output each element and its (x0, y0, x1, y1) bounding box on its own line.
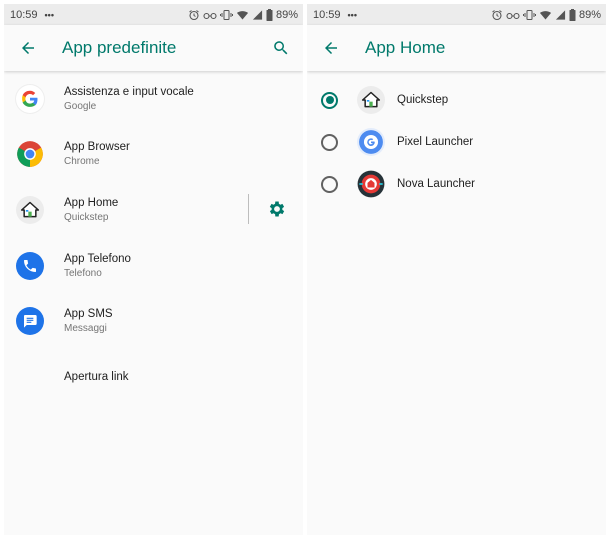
alarm-icon (492, 9, 502, 20)
item-subtitle: Telefono (64, 267, 102, 279)
vibrate-icon (219, 9, 233, 20)
gear-icon (269, 201, 285, 217)
battery-icon (266, 8, 273, 21)
option-label: Quickstep (397, 94, 449, 106)
back-button[interactable] (16, 36, 40, 60)
item-title: App Browser (64, 141, 130, 154)
search-button[interactable] (269, 36, 293, 60)
default-apps-screen: 10:59 ••• 89% App predefinite Assistenza… (4, 4, 303, 535)
list-item-home[interactable]: App Home Quickstep (4, 182, 303, 238)
app-bar: App predefinite (4, 25, 303, 71)
back-arrow-icon (325, 42, 337, 54)
home-app-screen: 10:59 ••• 89% App Home Quickstep Pixel L… (307, 4, 606, 535)
status-bar: 10:59 ••• 89% (307, 4, 606, 25)
list-item-assistant[interactable]: Assistenza e input vocale Google (4, 71, 303, 127)
option-quickstep[interactable]: Quickstep (307, 79, 606, 121)
radio-button[interactable] (321, 175, 338, 193)
google-icon (16, 84, 44, 113)
option-nova-launcher[interactable]: Nova Launcher (307, 163, 606, 205)
option-label: Pixel Launcher (397, 136, 474, 148)
status-time: 10:59 (10, 8, 38, 21)
status-time: 10:59 (313, 8, 341, 21)
search-icon (274, 41, 288, 55)
battery-percentage: 89% (275, 8, 298, 21)
signal-icon (252, 9, 263, 20)
vibrate-icon (522, 9, 536, 20)
signal-icon (555, 9, 566, 20)
list-item-phone[interactable]: App Telefono Telefono (4, 238, 303, 294)
radio-dot (325, 96, 334, 104)
item-subtitle: Quickstep (64, 211, 109, 223)
home-settings-button[interactable] (265, 197, 289, 221)
status-bar: 10:59 ••• 89% (4, 4, 303, 25)
more-notifications-icon: ••• (347, 9, 357, 20)
list-item-open-links[interactable]: Apertura link (4, 349, 303, 405)
chrome-icon (16, 140, 44, 168)
app-bar: App Home (307, 25, 606, 71)
wifi-icon (539, 10, 551, 19)
home-app-options: Quickstep Pixel Launcher Nova Launcher (307, 71, 606, 205)
item-title: App Telefono (64, 252, 131, 265)
radio-button[interactable] (321, 133, 338, 151)
empty-icon-slot (16, 363, 44, 391)
item-title: App Home (64, 196, 119, 209)
item-subtitle: Messaggi (64, 323, 107, 335)
back-arrow-icon (22, 42, 34, 54)
battery-icon (569, 8, 576, 21)
quickstep-icon (357, 86, 385, 114)
phone-icon (16, 251, 44, 280)
alarm-icon (189, 9, 199, 20)
item-title: Assistenza e input vocale (64, 85, 194, 98)
back-button[interactable] (319, 36, 343, 60)
vertical-divider (248, 194, 249, 225)
page-title: App Home (365, 38, 446, 57)
default-apps-list: Assistenza e input vocale Google App Bro… (4, 71, 303, 405)
battery-percentage: 89% (578, 8, 601, 21)
more-notifications-icon: ••• (44, 9, 54, 20)
list-item-sms[interactable]: App SMS Messaggi (4, 293, 303, 349)
item-title: Apertura link (64, 370, 129, 383)
quickstep-icon (16, 195, 44, 224)
item-title: App SMS (64, 308, 113, 321)
nova-launcher-icon (357, 170, 385, 198)
glasses-icon (506, 12, 520, 19)
item-subtitle: Chrome (64, 156, 100, 168)
list-item-browser[interactable]: App Browser Chrome (4, 127, 303, 183)
option-label: Nova Launcher (397, 178, 475, 190)
page-title: App predefinite (62, 38, 177, 57)
glasses-icon (203, 12, 217, 19)
radio-button-selected[interactable] (321, 91, 338, 109)
option-pixel-launcher[interactable]: Pixel Launcher (307, 121, 606, 163)
wifi-icon (236, 10, 248, 19)
messages-icon (16, 307, 44, 336)
pixel-launcher-icon (357, 128, 385, 156)
item-subtitle: Google (64, 100, 97, 112)
